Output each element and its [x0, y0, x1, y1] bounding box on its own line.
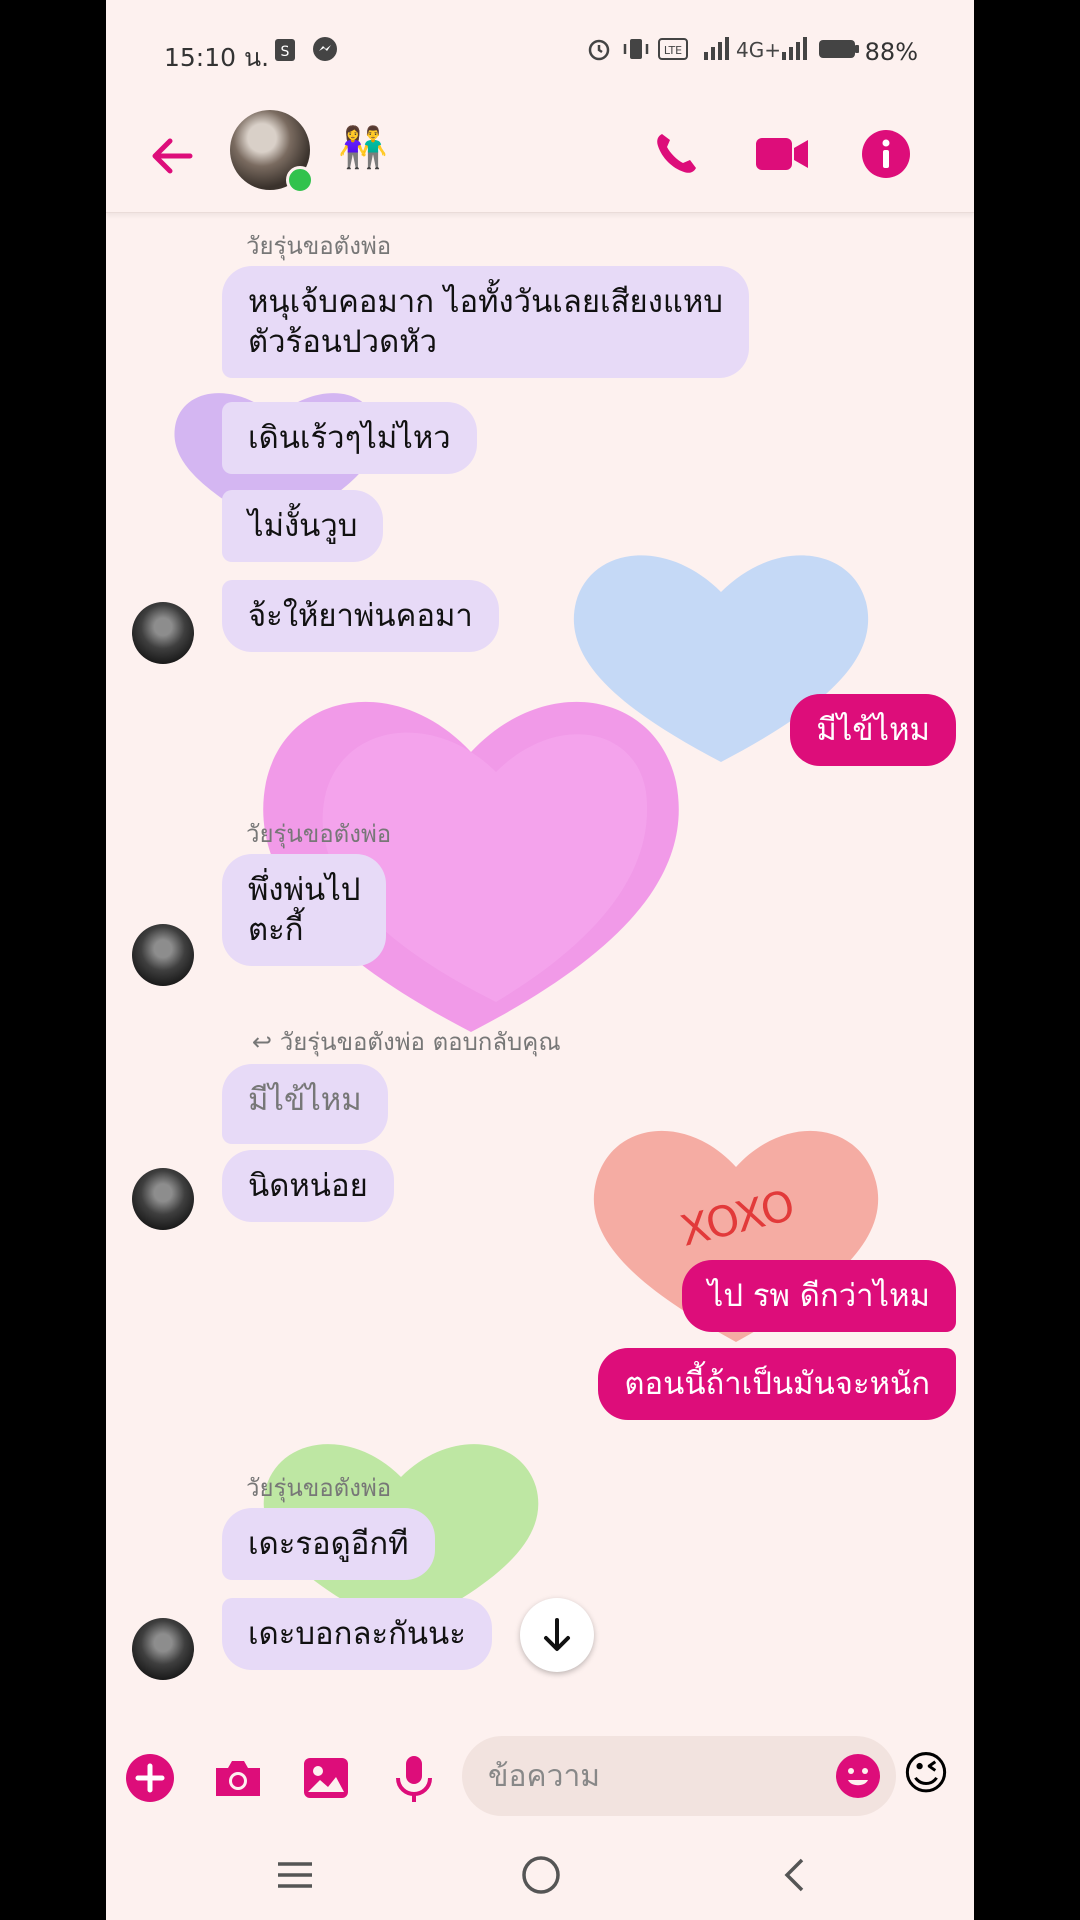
sender-avatar[interactable] — [132, 1168, 194, 1230]
incoming-message[interactable]: เดะรอดูอีกที — [222, 1508, 435, 1580]
message-text: ตะกี้ — [248, 912, 304, 948]
recent-apps-button[interactable] — [270, 1850, 320, 1900]
group-emoji: 👫 — [338, 125, 388, 171]
camera-button[interactable] — [210, 1750, 266, 1806]
incoming-message[interactable]: หนุเจ้บคอมาก ไอทั้งวันเลยเสียงแหบ ตัวร้อ… — [222, 266, 749, 378]
message-text: หนุเจ้บคอมาก ไอทั้งวันเลยเสียงแหบ — [248, 284, 723, 320]
quoted-text: มีไข้ไหม — [248, 1082, 362, 1118]
arrow-down-icon — [544, 1618, 570, 1651]
image-icon — [304, 1758, 348, 1798]
message-text: นิดหน่อย — [248, 1168, 368, 1204]
video-call-button[interactable] — [752, 124, 812, 184]
message-composer: 😉 — [106, 1732, 974, 1828]
svg-text:LTE: LTE — [664, 44, 682, 57]
gallery-button[interactable] — [298, 1750, 354, 1806]
incoming-message[interactable]: ไม่งั้นวูบ — [222, 490, 384, 562]
incoming-message[interactable]: นิดหน่อย — [222, 1150, 394, 1222]
info-button[interactable] — [856, 124, 916, 184]
message-text: เดินเร้วๆไม่ไหว — [248, 420, 451, 456]
message-text: เดะรอดูอีกที — [248, 1526, 409, 1562]
message-text: มีไข้ไหม — [816, 712, 930, 748]
home-button[interactable] — [516, 1850, 566, 1900]
network-type: 4G+ — [736, 38, 781, 62]
call-button[interactable] — [646, 124, 706, 184]
video-camera-icon — [756, 138, 808, 170]
message-input[interactable] — [462, 1736, 896, 1816]
chevron-left-icon — [784, 1858, 804, 1892]
reply-arrow-icon: ↩ — [252, 1028, 280, 1056]
voice-button[interactable] — [386, 1750, 442, 1806]
online-status-dot — [286, 166, 314, 194]
outgoing-message[interactable]: ไป รพ ดีกว่าไหม — [681, 1260, 956, 1332]
home-circle-icon — [522, 1856, 560, 1894]
s-app-icon: S — [274, 36, 296, 68]
microphone-icon — [396, 1756, 432, 1802]
svg-text:S: S — [281, 44, 290, 60]
incoming-message[interactable]: เดินเร้วๆไม่ไหว — [222, 402, 477, 474]
sender-avatar[interactable] — [132, 602, 194, 664]
outgoing-message[interactable]: ตอนนี้ถ้าเป็นมันจะหนัก — [598, 1348, 956, 1420]
status-bar: 15:10 น. S LTE 4G+ 88% — [106, 0, 974, 100]
sender-name: วัยรุ่นขอตังพ่อ — [246, 820, 392, 848]
message-text: ไม่งั้นวูบ — [248, 508, 358, 544]
info-icon — [862, 130, 910, 178]
signal-icon-1 — [702, 36, 730, 68]
menu-icon — [278, 1862, 312, 1888]
signal-icon-2 — [780, 36, 808, 68]
volte-icon: LTE — [658, 36, 688, 68]
message-text: ตัวร้อนปวดหัว — [248, 324, 438, 360]
system-navigation-bar — [106, 1828, 974, 1920]
plus-icon — [126, 1754, 174, 1802]
message-text: เดะบอกละกันนะ — [248, 1616, 466, 1652]
outgoing-message[interactable]: มีไข้ไหม — [790, 694, 956, 766]
camera-icon — [216, 1761, 260, 1796]
phone-icon — [657, 134, 696, 173]
message-text: พึ่งพ่นไป — [248, 872, 361, 908]
sender-name: วัยรุ่นขอตังพ่อ — [246, 232, 392, 260]
battery-percent: 88% — [864, 38, 918, 66]
vibrate-icon — [622, 36, 650, 68]
chat-header: 👫 — [106, 100, 974, 213]
quick-reaction-button[interactable]: 😉 — [902, 1746, 950, 1800]
incoming-message[interactable]: พึ่งพ่นไป ตะกี้ — [222, 854, 387, 966]
alarm-icon — [586, 36, 612, 68]
message-text: ตอนนี้ถ้าเป็นมันจะหนัก — [624, 1366, 930, 1402]
messenger-screen: 15:10 น. S LTE 4G+ 88% 👫 XOXO วัยรุ่นขอต… — [106, 0, 974, 1920]
emoji-button[interactable] — [832, 1750, 884, 1802]
message-text: จ้ะให้ยาพ่นคอมา — [248, 598, 473, 634]
messenger-status-icon — [312, 36, 338, 68]
quoted-message[interactable]: มีไข้ไหม — [222, 1064, 388, 1144]
incoming-message[interactable]: เดะบอกละกันนะ — [222, 1598, 492, 1670]
battery-icon — [818, 36, 860, 68]
incoming-message[interactable]: จ้ะให้ยาพ่นคอมา — [222, 580, 499, 652]
back-nav-button[interactable] — [770, 1850, 820, 1900]
sender-avatar[interactable] — [132, 924, 194, 986]
smiley-icon — [836, 1754, 880, 1798]
status-time: 15:10 น. — [164, 43, 270, 72]
add-button[interactable] — [122, 1750, 178, 1806]
scroll-to-bottom-button[interactable] — [520, 1598, 594, 1672]
arrow-left-icon — [152, 138, 193, 174]
message-text: ไป รพ ดีกว่าไหม — [707, 1278, 930, 1314]
back-button[interactable] — [144, 128, 200, 184]
message-list[interactable]: XOXO วัยรุ่นขอตังพ่อ หนุเจ้บคอมาก ไอทั้ง… — [106, 212, 974, 1732]
sender-avatar[interactable] — [132, 1618, 194, 1680]
sender-name: วัยรุ่นขอตังพ่อ — [246, 1474, 392, 1502]
reply-indicator: ↩ วัยรุ่นขอตังพ่อ ตอบกลับคุณ — [252, 1028, 561, 1056]
